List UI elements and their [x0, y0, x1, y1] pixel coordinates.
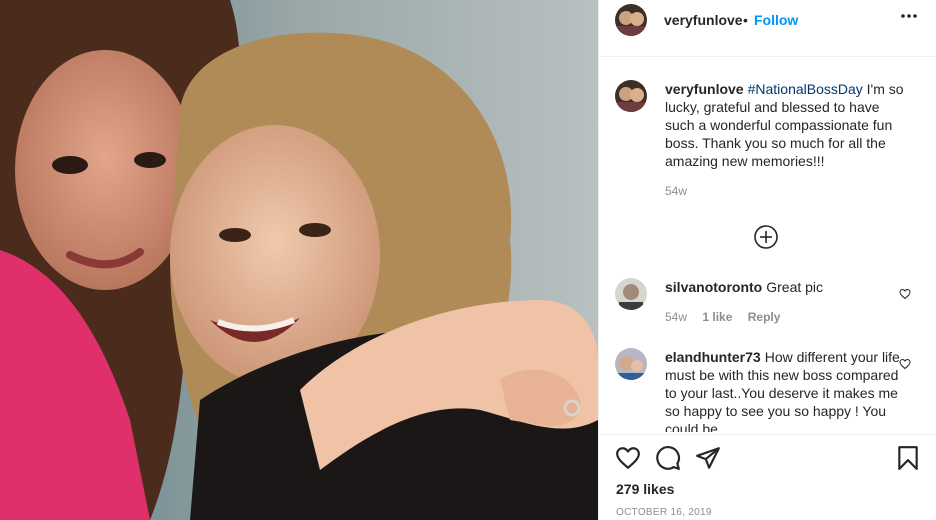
post-side-panel: veryfunlove • Follow veryfunlove #Nationa… — [598, 0, 936, 520]
likes-count[interactable]: 279 likes — [616, 481, 674, 497]
comments-list[interactable]: veryfunlove #NationalBossDay I'm so lucky… — [599, 58, 936, 432]
photo-illustration — [0, 0, 598, 520]
comment-like-icon[interactable] — [899, 358, 911, 370]
load-more-comments-icon[interactable] — [753, 224, 779, 250]
author-username[interactable]: veryfunlove — [664, 12, 743, 28]
caption-text: veryfunlove #NationalBossDay I'm so lucky… — [665, 80, 905, 170]
caption-hashtag[interactable]: #NationalBossDay — [748, 81, 863, 97]
reply-button[interactable]: Reply — [748, 310, 781, 324]
commenter-avatar[interactable] — [615, 348, 647, 380]
comment-icon[interactable] — [655, 445, 681, 471]
follow-button[interactable]: Follow — [754, 12, 798, 28]
comment-meta: 54w 1 like Reply — [665, 310, 792, 324]
comment-body: Great pic — [766, 279, 824, 295]
commenter-username[interactable]: silvanotoronto — [665, 279, 762, 295]
commenter-avatar[interactable] — [615, 278, 647, 310]
paper-plane-icon[interactable] — [695, 445, 721, 471]
post-actions-bar: 279 likes OCTOBER 16, 2019 — [599, 434, 936, 520]
more-options-icon[interactable] — [900, 13, 918, 19]
comment-text: elandhunter73 How different your life mus… — [665, 348, 905, 432]
post-header: veryfunlove • Follow — [599, 0, 936, 57]
caption-meta: 54w — [665, 184, 699, 198]
caption-time[interactable]: 54w — [665, 184, 687, 198]
author-avatar[interactable] — [615, 4, 647, 36]
comment-text: silvanotoronto Great pic — [665, 278, 905, 296]
post-date[interactable]: OCTOBER 16, 2019 — [616, 507, 712, 518]
caption-username[interactable]: veryfunlove — [665, 81, 744, 97]
comment-time[interactable]: 54w — [665, 310, 687, 324]
caption-avatar[interactable] — [615, 80, 647, 112]
comment-likes[interactable]: 1 like — [702, 310, 732, 324]
bookmark-icon[interactable] — [895, 445, 921, 471]
post-photo[interactable] — [0, 0, 598, 520]
heart-icon[interactable] — [615, 445, 641, 471]
comment-like-icon[interactable] — [899, 288, 911, 300]
separator-dot: • — [743, 12, 748, 28]
commenter-username[interactable]: elandhunter73 — [665, 349, 761, 365]
